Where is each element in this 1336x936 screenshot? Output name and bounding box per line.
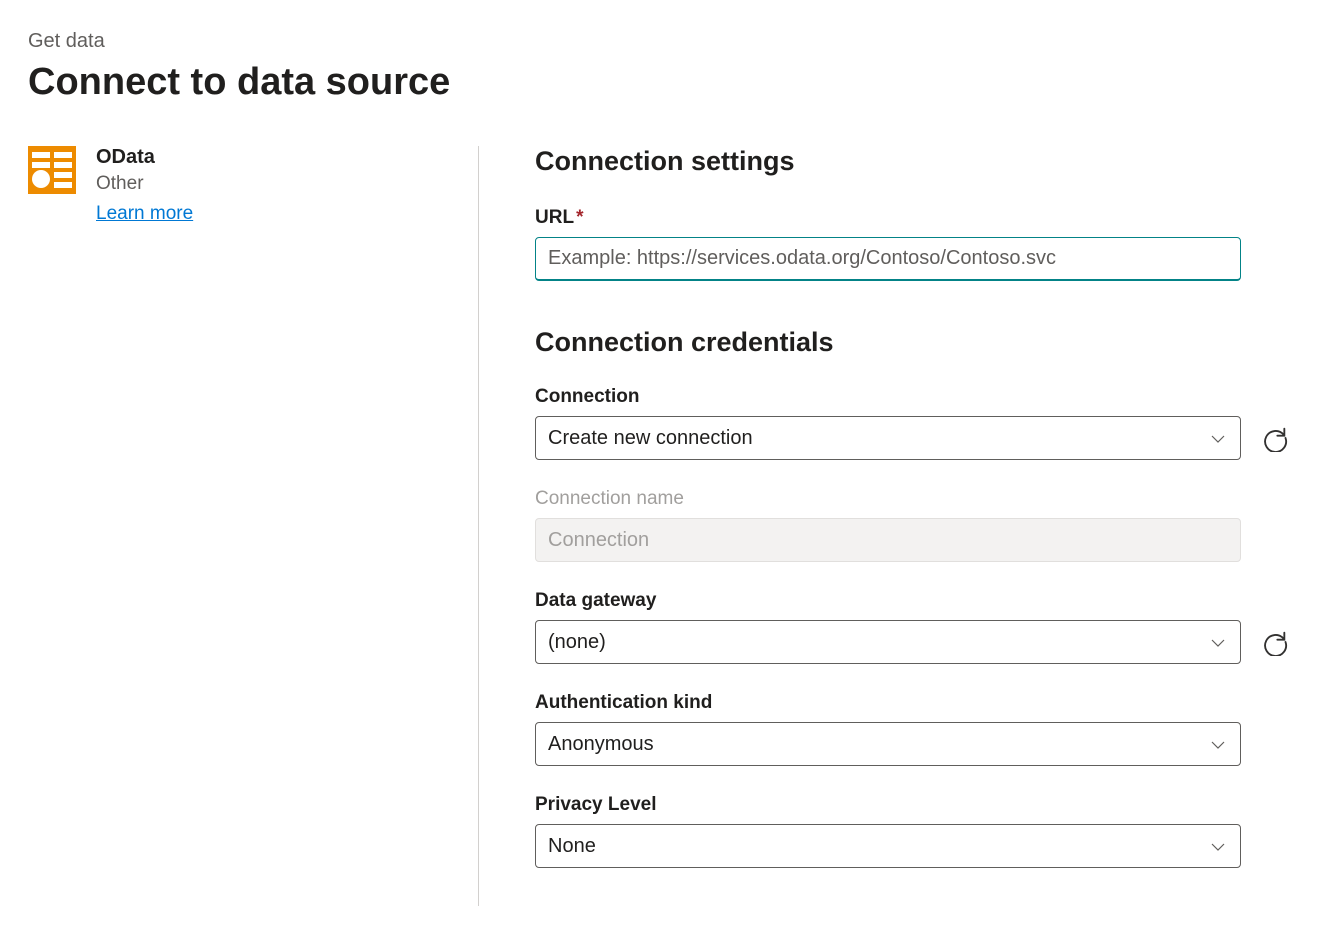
data-gateway-field: Data gateway (none) bbox=[535, 590, 1299, 664]
connection-name-field: Connection name bbox=[535, 488, 1299, 562]
connection-select[interactable]: Create new connection bbox=[535, 416, 1241, 460]
authentication-kind-select-value: Anonymous bbox=[548, 733, 654, 756]
data-gateway-label: Data gateway bbox=[535, 590, 1299, 612]
connector-name: OData bbox=[96, 146, 193, 169]
chevron-down-icon bbox=[1210, 838, 1226, 854]
refresh-icon bbox=[1261, 628, 1289, 656]
page-title: Connect to data source bbox=[28, 61, 1308, 104]
learn-more-link[interactable]: Learn more bbox=[96, 203, 193, 225]
url-label-text: URL bbox=[535, 207, 574, 228]
privacy-level-select[interactable]: None bbox=[535, 824, 1241, 868]
authentication-kind-select[interactable]: Anonymous bbox=[535, 722, 1241, 766]
connection-field: Connection Create new connection bbox=[535, 386, 1299, 460]
connection-settings-heading: Connection settings bbox=[535, 146, 1299, 177]
connection-credentials-heading: Connection credentials bbox=[535, 327, 1299, 358]
chevron-down-icon bbox=[1210, 430, 1226, 446]
refresh-icon bbox=[1261, 424, 1289, 452]
connection-label: Connection bbox=[535, 386, 1299, 408]
content: OData Other Learn more Connection settin… bbox=[28, 146, 1308, 906]
data-gateway-select[interactable]: (none) bbox=[535, 620, 1241, 664]
breadcrumb: Get data bbox=[28, 30, 1308, 53]
odata-icon bbox=[28, 146, 76, 194]
authentication-kind-field: Authentication kind Anonymous bbox=[535, 692, 1299, 766]
chevron-down-icon bbox=[1210, 736, 1226, 752]
refresh-connection-button[interactable] bbox=[1259, 422, 1291, 454]
connection-select-value: Create new connection bbox=[548, 427, 753, 450]
connection-name-label: Connection name bbox=[535, 488, 1299, 510]
connector-panel: OData Other Learn more bbox=[28, 146, 478, 906]
url-label: URL* bbox=[535, 207, 1299, 229]
chevron-down-icon bbox=[1210, 634, 1226, 650]
refresh-gateway-button[interactable] bbox=[1259, 626, 1291, 658]
privacy-level-select-value: None bbox=[548, 835, 596, 858]
authentication-kind-label: Authentication kind bbox=[535, 692, 1299, 714]
connector-info: OData Other Learn more bbox=[96, 146, 193, 225]
privacy-level-field: Privacy Level None bbox=[535, 794, 1299, 868]
required-indicator: * bbox=[576, 207, 583, 228]
connection-name-input bbox=[535, 518, 1241, 562]
data-gateway-select-value: (none) bbox=[548, 631, 606, 654]
form-panel: Connection settings URL* Connection cred… bbox=[479, 146, 1299, 906]
connector-category: Other bbox=[96, 173, 193, 195]
url-field: URL* bbox=[535, 207, 1299, 281]
privacy-level-label: Privacy Level bbox=[535, 794, 1299, 816]
url-input[interactable] bbox=[535, 237, 1241, 281]
